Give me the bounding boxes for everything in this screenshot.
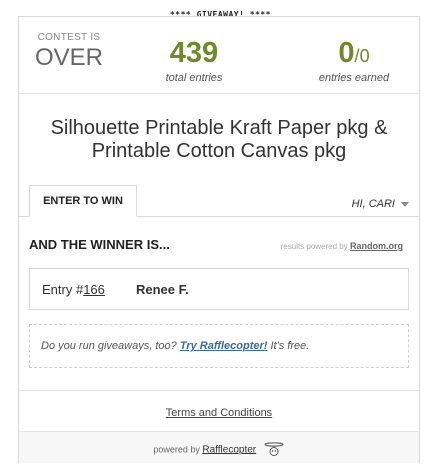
entries-earned-label: entries earned (318, 72, 390, 84)
entries-earned-count: 0/0 (289, 37, 419, 72)
footer-divider (19, 390, 419, 391)
user-menu[interactable]: HI, CARI (352, 198, 409, 210)
powered-by-label: powered by (153, 444, 200, 455)
contest-status-value: OVER (34, 44, 103, 71)
rafflecopter-widget: CONTEST IS OVER 439 total entries 0/0 en… (18, 16, 420, 463)
entry-label: Entry #166 (42, 282, 105, 297)
total-entries-count: 439 (169, 37, 219, 69)
footer-text: powered by Rafflecopter (19, 442, 419, 458)
random-org-link[interactable]: Random.org (350, 241, 403, 251)
terms-area: Terms and Conditions (19, 407, 419, 419)
total-entries-label: total entries (165, 72, 223, 84)
winner-heading: AND THE WINNER IS... (29, 237, 170, 252)
promo-text: Do you run giveaways, too? Try Rafflecop… (41, 340, 309, 352)
try-rafflecopter-link[interactable]: Try Rafflecopter! (180, 340, 268, 352)
rafflecopter-mascot-icon (263, 442, 285, 458)
tab-enter-to-win[interactable]: ENTER TO WIN (29, 185, 137, 217)
stats-bar: CONTEST IS OVER 439 total entries 0/0 en… (19, 17, 419, 94)
results-powered-text: results powered by (280, 242, 348, 251)
total-entries-stat: 439 total entries (119, 17, 269, 93)
powered-by-footer: powered by Rafflecopter (19, 431, 419, 463)
entries-earned-total: 0 (359, 46, 370, 66)
promo-free: It's free. (270, 340, 310, 352)
entry-number-link[interactable]: 166 (83, 282, 105, 297)
results-powered-by: results powered by Random.org (281, 241, 403, 251)
promo-question: Do you run giveaways, too? (41, 340, 177, 352)
promo-box: Do you run giveaways, too? Try Rafflecop… (29, 324, 409, 368)
contest-status-caption: CONTEST IS (37, 32, 101, 43)
rafflecopter-brand-link[interactable]: Rafflecopter (202, 444, 256, 455)
entries-earned-value: 0 (338, 37, 355, 69)
giveaway-title: Silhouette Printable Kraft Paper pkg & P… (50, 117, 388, 162)
terms-and-conditions-link[interactable]: Terms and Conditions (166, 407, 272, 419)
entries-earned-stat: 0/0 entries earned (289, 17, 419, 93)
user-menu-label: HI, CARI (351, 198, 395, 210)
contest-status: CONTEST IS OVER (19, 17, 119, 93)
chevron-down-icon (401, 201, 409, 207)
entry-prefix: Entry # (42, 282, 84, 297)
winner-name: Renee F. (136, 282, 189, 297)
winner-entry: Entry #166 Renee F. (29, 268, 409, 310)
